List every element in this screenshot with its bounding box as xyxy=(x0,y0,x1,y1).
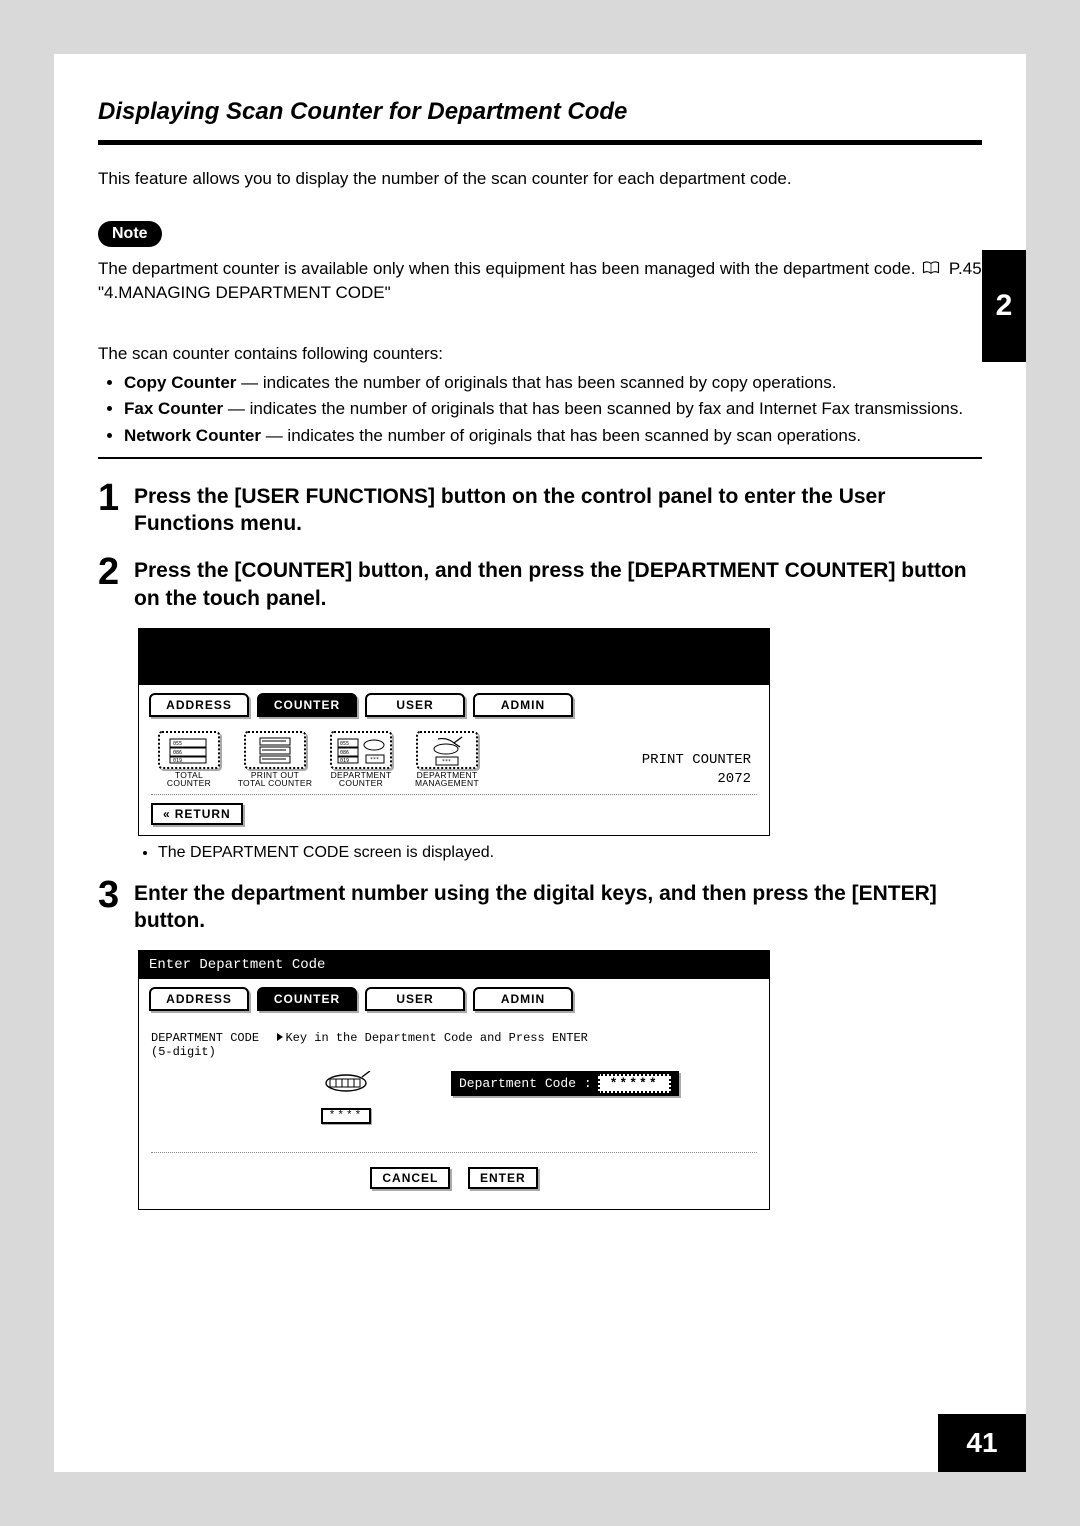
panel-tabs: ADDRESS COUNTER USER ADMIN xyxy=(139,685,769,717)
arrow-right-icon xyxy=(277,1033,283,1041)
section-rule xyxy=(98,140,982,145)
counter-desc: — indicates the number of originals that… xyxy=(261,426,861,445)
panel-tabs: ADDRESS COUNTER USER ADMIN xyxy=(139,979,769,1011)
print-counter-readout: PRINT COUNTER 2072 xyxy=(495,751,757,787)
keypad-icon: **** xyxy=(311,1071,381,1124)
icon-label: DEPARTMENTCOUNTER xyxy=(323,771,399,788)
book-icon xyxy=(922,261,940,275)
counter-item: Copy Counter — indicates the number of o… xyxy=(124,371,982,396)
dc-value: ***** xyxy=(598,1074,671,1093)
tab-admin[interactable]: ADMIN xyxy=(473,693,573,717)
section-title: Displaying Scan Counter for Department C… xyxy=(98,98,982,126)
panel2-header-text: Enter Department Code xyxy=(149,957,325,973)
svg-text:***: *** xyxy=(442,759,451,765)
step-title: Press the [COUNTER] button, and then pre… xyxy=(134,557,982,612)
note-text: The department counter is available only… xyxy=(98,257,982,306)
dotted-rule xyxy=(151,1152,757,1153)
cancel-button[interactable]: CANCEL xyxy=(370,1167,450,1189)
panel2-instruction: DEPARTMENT CODE Key in the Department Co… xyxy=(151,1025,757,1071)
chapter-tab: 2 xyxy=(982,250,1026,362)
thin-rule xyxy=(98,457,982,459)
department-counter-icon: 055 086 019 *** xyxy=(330,731,392,769)
tab-user[interactable]: USER xyxy=(365,693,465,717)
dc-label: Department Code : xyxy=(459,1076,592,1091)
counter-desc: — indicates the number of originals that… xyxy=(236,373,836,392)
svg-text:019: 019 xyxy=(173,758,182,764)
step-number: 3 xyxy=(98,876,134,914)
department-management-button[interactable]: *** DEPARTMENTMANAGEMENT xyxy=(409,731,485,788)
step-2-sub: The DEPARTMENT CODE screen is displayed. xyxy=(138,844,982,862)
counter-name: Network Counter xyxy=(124,426,261,445)
counter-item: Network Counter — indicates the number o… xyxy=(124,424,982,449)
svg-text:055: 055 xyxy=(340,741,349,747)
tab-address[interactable]: ADDRESS xyxy=(149,693,249,717)
return-button[interactable]: RETURN xyxy=(151,803,243,825)
step-title: Enter the department number using the di… xyxy=(134,880,982,935)
touch-panel-screenshot-1: ADDRESS COUNTER USER ADMIN 055 086 019 xyxy=(138,628,770,836)
tab-admin[interactable]: ADMIN xyxy=(473,987,573,1011)
counters-list: Copy Counter — indicates the number of o… xyxy=(98,371,982,449)
tab-user[interactable]: USER xyxy=(365,987,465,1011)
counter-item: Fax Counter — indicates the number of or… xyxy=(124,397,982,422)
department-code-field[interactable]: Department Code : ***** xyxy=(451,1071,679,1096)
step-2: 2 Press the [COUNTER] button, and then p… xyxy=(98,553,982,612)
step-3: 3 Enter the department number using the … xyxy=(98,876,982,935)
enter-button[interactable]: ENTER xyxy=(468,1167,538,1189)
icon-label: DEPARTMENTMANAGEMENT xyxy=(409,771,485,788)
keypad-label: **** xyxy=(321,1108,371,1124)
tab-counter[interactable]: COUNTER xyxy=(257,987,357,1011)
step-number: 2 xyxy=(98,553,134,591)
printout-icon xyxy=(244,731,306,769)
icon-label: TOTALCOUNTER xyxy=(151,771,227,788)
step-number: 1 xyxy=(98,479,134,517)
counter-name: Copy Counter xyxy=(124,373,236,392)
counters-intro: The scan counter contains following coun… xyxy=(98,342,982,367)
svg-text:019: 019 xyxy=(340,758,349,764)
department-management-icon: *** xyxy=(416,731,478,769)
panel-body: DEPARTMENT CODE Key in the Department Co… xyxy=(139,1011,769,1209)
note-badge: Note xyxy=(98,221,162,247)
icon-label: PRINT OUTTOTAL COUNTER xyxy=(237,771,313,788)
panel-header-bar: Enter Department Code xyxy=(139,951,769,979)
tab-counter[interactable]: COUNTER xyxy=(257,693,357,717)
svg-text:086: 086 xyxy=(340,750,349,756)
svg-text:055: 055 xyxy=(173,741,182,747)
total-counter-button[interactable]: 055 086 019 TOTALCOUNTER xyxy=(151,731,227,788)
panel-header-bar xyxy=(139,629,769,685)
page-number: 41 xyxy=(938,1414,1026,1472)
step-1: 1 Press the [USER FUNCTIONS] button on t… xyxy=(98,479,982,538)
note-body: The department counter is available only… xyxy=(98,259,915,278)
department-counter-button[interactable]: 055 086 019 *** DEPARTMENTCOUNTER xyxy=(323,731,399,788)
counter-name: Fax Counter xyxy=(124,399,223,418)
panel-body: 055 086 019 TOTALCOUNTER xyxy=(139,717,769,835)
touch-panel-screenshot-2: Enter Department Code ADDRESS COUNTER US… xyxy=(138,950,770,1210)
step-2-sub-text: The DEPARTMENT CODE screen is displayed. xyxy=(158,844,982,862)
tab-address[interactable]: ADDRESS xyxy=(149,987,249,1011)
intro-text: This feature allows you to display the n… xyxy=(98,167,982,191)
svg-text:***: *** xyxy=(370,757,379,763)
print-out-total-counter-button[interactable]: PRINT OUTTOTAL COUNTER xyxy=(237,731,313,788)
total-counter-icon: 055 086 019 xyxy=(158,731,220,769)
counter-desc: — indicates the number of originals that… xyxy=(223,399,963,418)
svg-text:086: 086 xyxy=(173,750,182,756)
dotted-rule xyxy=(151,794,757,795)
step-title: Press the [USER FUNCTIONS] button on the… xyxy=(134,483,982,538)
